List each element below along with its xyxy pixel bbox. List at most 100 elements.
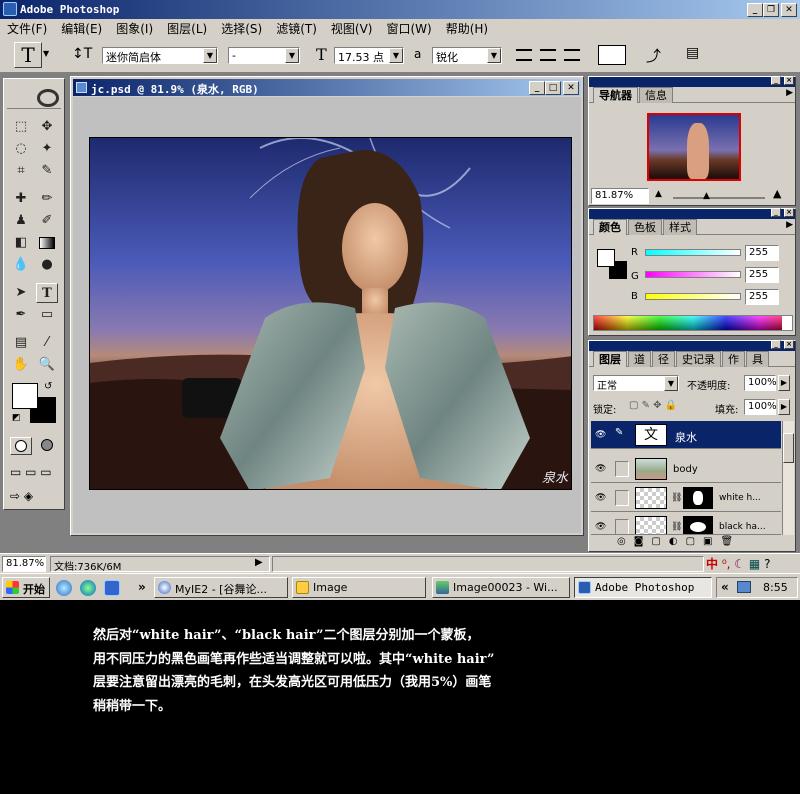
layer-link-box[interactable] (615, 461, 629, 477)
zoom-out-icon[interactable]: ▲ (655, 189, 662, 199)
task-image-viewer[interactable]: Image00023 - Wi... (432, 577, 570, 598)
network-icon[interactable] (737, 581, 751, 593)
blend-mode-select[interactable]: 正常 ▼ (593, 375, 679, 392)
menu-window[interactable]: 窗口(W) (379, 19, 438, 38)
shape-tool-icon[interactable]: ▭ (36, 305, 58, 325)
marquee-tool-icon[interactable]: ⬚ (10, 117, 32, 137)
status-zoom-field[interactable]: 81.87% (2, 556, 46, 572)
tab-tools[interactable]: 具 (746, 351, 769, 367)
close-button[interactable]: ✕ (781, 3, 797, 17)
menu-help[interactable]: 帮助(H) (439, 19, 495, 38)
navigator-minimize[interactable]: _ (771, 76, 781, 85)
color-minimize[interactable]: _ (771, 208, 781, 217)
blur-tool-icon[interactable]: 💧 (10, 255, 32, 275)
layer-visibility-eye-icon[interactable]: 👁 (595, 464, 609, 474)
layer-row-quanshui[interactable]: 👁 ✎ 文 泉水 (591, 421, 781, 449)
clone-stamp-icon[interactable]: ♟ (10, 211, 32, 231)
navigator-menu-icon[interactable]: ▶ (786, 88, 793, 98)
gradient-tool-icon[interactable] (36, 233, 58, 253)
menu-select[interactable]: 选择(S) (214, 19, 269, 38)
type-tool-icon[interactable]: T (36, 283, 58, 303)
minimize-button[interactable]: _ (747, 3, 763, 17)
task-image-folder[interactable]: Image (292, 577, 426, 598)
antialias-select[interactable]: 锐化 ▼ (432, 47, 502, 64)
zoom-in-icon[interactable]: ▲ (773, 187, 781, 200)
preset-dropdown-arrow[interactable]: ▼ (43, 49, 49, 58)
r-value[interactable]: 255 (745, 245, 779, 261)
navigator-zoom-field[interactable]: 81.87% (591, 188, 649, 204)
task-myie2[interactable]: MyIE2 - [谷舞论... (154, 577, 288, 598)
quicklaunch-desktop-icon[interactable] (104, 580, 120, 596)
doc-close-button[interactable]: ✕ (563, 81, 579, 95)
tab-info[interactable]: 信息 (639, 87, 673, 103)
default-colors-icon[interactable]: ◩ (12, 413, 21, 423)
notes-tool-icon[interactable]: ▤ (10, 333, 32, 353)
eyedropper-icon[interactable]: ⁄ (36, 333, 58, 353)
g-slider[interactable] (645, 271, 741, 278)
photo-canvas[interactable]: 泉水 (89, 137, 572, 490)
layer-row-white-hair[interactable]: 👁 ⛓ white h... (591, 484, 781, 512)
text-orientation-icon[interactable]: ↕T (72, 46, 92, 62)
move-tool-icon[interactable]: ✥ (36, 117, 58, 137)
layer-visibility-eye-icon[interactable]: 👁 (595, 522, 609, 532)
lasso-tool-icon[interactable]: ◌ (10, 139, 32, 159)
doc-maximize-button[interactable]: □ (545, 81, 561, 95)
layer-brush-icon[interactable]: ✎ (615, 427, 629, 443)
text-tool-preset[interactable]: T (14, 42, 42, 68)
menu-layer[interactable]: 图层(L) (160, 19, 214, 38)
screen-mode-icons[interactable]: ▭ ▭ ▭ (10, 465, 52, 479)
text-color-swatch[interactable] (598, 45, 626, 65)
brush-tool-icon[interactable]: ✏ (36, 189, 58, 209)
layer-row-black-hair[interactable]: 👁 ⛓ black ha... (591, 513, 781, 535)
standard-mode-icon[interactable] (10, 437, 32, 455)
color-menu-icon[interactable]: ▶ (786, 220, 793, 230)
magic-wand-icon[interactable]: ✦ (36, 139, 58, 159)
zoom-tool-icon[interactable]: 🔍 (36, 355, 58, 375)
layer-visibility-eye-icon[interactable]: 👁 (595, 493, 609, 503)
color-fg-swatch[interactable] (597, 249, 615, 267)
align-right-icon[interactable] (564, 49, 580, 61)
opacity-field[interactable]: 100% (744, 375, 777, 391)
start-button[interactable]: 开始 (2, 577, 50, 598)
layers-minimize[interactable]: _ (771, 340, 781, 349)
clock[interactable]: 8:55 (763, 581, 788, 594)
quicklaunch-globe-icon[interactable] (80, 580, 96, 596)
zoom-slider-track[interactable] (673, 197, 765, 199)
lock-icons[interactable]: ▢ ✎ ✥ 🔒 (629, 400, 677, 411)
layers-close[interactable]: × (784, 340, 794, 349)
healing-brush-icon[interactable]: ✚ (10, 189, 32, 209)
ime-toolbar[interactable]: 中 ⁰, ☾ ▦ ? (706, 555, 798, 573)
layers-panel-titlebar[interactable]: _ × (589, 340, 795, 351)
tray-chevron[interactable]: « (721, 580, 729, 594)
font-family-select[interactable]: 迷你简启体 ▼ (102, 47, 218, 64)
status-doc-info[interactable]: 文档:736K/6M ▶ (50, 556, 270, 573)
tab-navigator[interactable]: 导航器 (593, 87, 638, 103)
layer-mask-thumbnail[interactable] (683, 487, 713, 509)
eraser-tool-icon[interactable]: ◧ (10, 233, 32, 253)
zoom-slider-thumb[interactable]: ▲ (703, 191, 710, 201)
quickmask-mode-icon[interactable] (36, 437, 58, 455)
tab-channels[interactable]: 道 (628, 351, 651, 367)
tab-layers[interactable]: 图层 (593, 351, 627, 367)
tab-paths[interactable]: 径 (652, 351, 675, 367)
quicklaunch-chevron[interactable]: » (138, 580, 146, 594)
menu-filter[interactable]: 滤镜(T) (269, 19, 324, 38)
b-value[interactable]: 255 (745, 289, 779, 305)
b-slider[interactable] (645, 293, 741, 300)
history-brush-icon[interactable]: ✐ (36, 211, 58, 231)
eye-logo-icon[interactable] (7, 87, 61, 109)
navigator-thumbnail[interactable] (647, 113, 741, 181)
navigator-panel-titlebar[interactable]: _ × (589, 76, 795, 87)
tab-history[interactable]: 史记录 (676, 351, 721, 367)
menu-file[interactable]: 文件(F) (0, 19, 54, 38)
document-title-bar[interactable]: jc.psd @ 81.9% (泉水, RGB) _ □ ✕ (73, 79, 581, 96)
ime-indicator[interactable]: 中 (706, 557, 718, 571)
color-close[interactable]: × (784, 208, 794, 217)
jump-to-imageready-icon[interactable]: ⇨ ◈ (10, 489, 33, 503)
status-menu-arrow[interactable]: ▶ (255, 557, 263, 568)
layer-link-box[interactable] (615, 490, 629, 506)
quicklaunch-ie-icon[interactable] (56, 580, 72, 596)
palettes-icon[interactable]: ▤ (686, 45, 699, 61)
menu-edit[interactable]: 编辑(E) (54, 19, 109, 38)
doc-minimize-button[interactable]: _ (529, 81, 545, 95)
